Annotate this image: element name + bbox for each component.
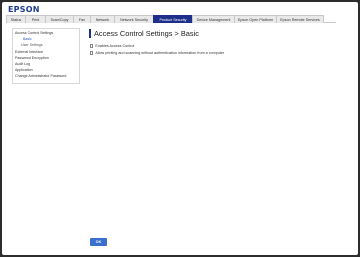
epson-logo: EPSON [8, 5, 40, 14]
sidebar-menu: Access Control Settings Basic User Setti… [12, 28, 80, 84]
tab-scan-copy[interactable]: Scan/Copy [45, 15, 74, 23]
tab-epson-remote-services[interactable]: Epson Remote Services [276, 15, 324, 23]
allow-unauthenticated-printing-checkbox[interactable] [90, 51, 94, 55]
allow-unauthenticated-printing-label: Allow printing and scanning without auth… [95, 51, 225, 55]
tab-network-security[interactable]: Network Security [114, 15, 154, 23]
sidebar-item-change-admin-password[interactable]: Change Administrator Password [15, 73, 79, 79]
ok-button[interactable]: OK [90, 238, 107, 246]
page-title: Access Control Settings > Basic [89, 29, 345, 38]
tab-product-security[interactable]: Product Security [153, 15, 193, 23]
tab-device-management[interactable]: Device Management [192, 15, 235, 23]
allow-unauthenticated-printing-option[interactable]: Allow printing and scanning without auth… [90, 51, 345, 55]
enable-access-control-label: Enables Access Control [95, 44, 135, 48]
tab-fax[interactable]: Fax [73, 15, 91, 23]
main-content: Access Control Settings > Basic Enables … [89, 29, 345, 55]
tab-epson-open-platform[interactable]: Epson Open Platform [234, 15, 277, 23]
top-tab-bar: Status Print Scan/Copy Fax Network Netwo… [6, 15, 336, 23]
enable-access-control-option[interactable]: Enables Access Control [90, 44, 345, 48]
enable-access-control-checkbox[interactable] [90, 44, 94, 48]
tab-network[interactable]: Network [90, 15, 115, 23]
tab-status[interactable]: Status [6, 15, 26, 23]
page-frame: EPSON Status Print Scan/Copy Fax Network… [2, 2, 358, 255]
tab-print[interactable]: Print [25, 15, 46, 23]
